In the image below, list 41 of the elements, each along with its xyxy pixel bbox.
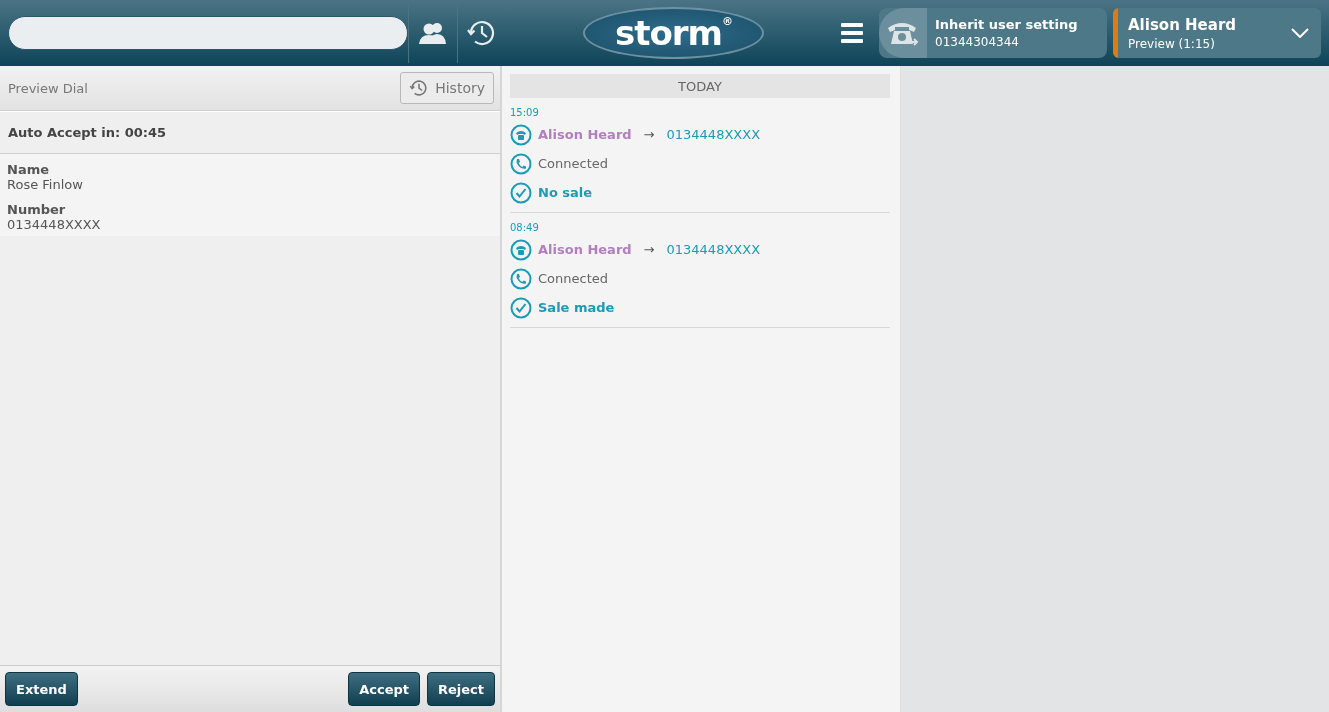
telephone-icon <box>510 123 532 146</box>
storm-logo: storm® <box>582 7 764 59</box>
history-button[interactable]: History <box>400 72 494 104</box>
check-icon <box>510 296 532 319</box>
field-label: Name <box>7 162 50 177</box>
action-button[interactable]: Extend <box>5 672 78 706</box>
menu-icon[interactable] <box>841 23 863 43</box>
field-value: Rose Finlow <box>7 177 84 192</box>
telephone-icon <box>510 238 532 261</box>
field-label: Number <box>7 202 67 217</box>
outcome-text: No sale <box>538 185 593 200</box>
chevron-down-icon[interactable] <box>1291 28 1309 38</box>
arrow-text: → <box>643 127 655 142</box>
agent-status[interactable]: Alison Heard Preview (1:15) <box>1113 8 1321 58</box>
day-header: TODAY <box>510 74 890 98</box>
status-text: Connected <box>538 156 608 171</box>
dialed-number: 0134448XXXX <box>666 242 761 257</box>
countdown-text: Auto Accept in: 00:45 <box>0 111 500 154</box>
panel-title: Preview Dial <box>8 80 88 96</box>
status-text: Connected <box>538 271 608 286</box>
agent-state: Preview (1:15) <box>1128 36 1216 51</box>
contacts-icon[interactable] <box>418 22 448 44</box>
phone-icon <box>510 152 532 175</box>
outcome-text: Sale made <box>538 300 615 315</box>
phone-icon <box>510 267 532 290</box>
field-value: 0134448XXXX <box>7 217 102 232</box>
agent-name: Alison Heard <box>1128 15 1237 34</box>
arrow-text: → <box>643 242 655 257</box>
search-field[interactable] <box>8 16 408 50</box>
line-selector[interactable]: Inherit user setting 01344304344 <box>879 8 1107 58</box>
action-button[interactable]: Reject <box>426 672 495 706</box>
line-title: Inherit user setting <box>935 17 1078 32</box>
dialed-number: 0134448XXXX <box>666 127 761 142</box>
action-button[interactable]: Accept <box>348 672 420 706</box>
caller-name: Alison Heard <box>538 127 632 142</box>
caller-name: Alison Heard <box>538 242 632 257</box>
history-icon <box>409 78 430 98</box>
entry-time: 08:49 <box>510 222 540 233</box>
line-number: 01344304344 <box>935 35 1020 49</box>
entry-time: 15:09 <box>510 107 540 118</box>
check-icon <box>510 181 532 204</box>
